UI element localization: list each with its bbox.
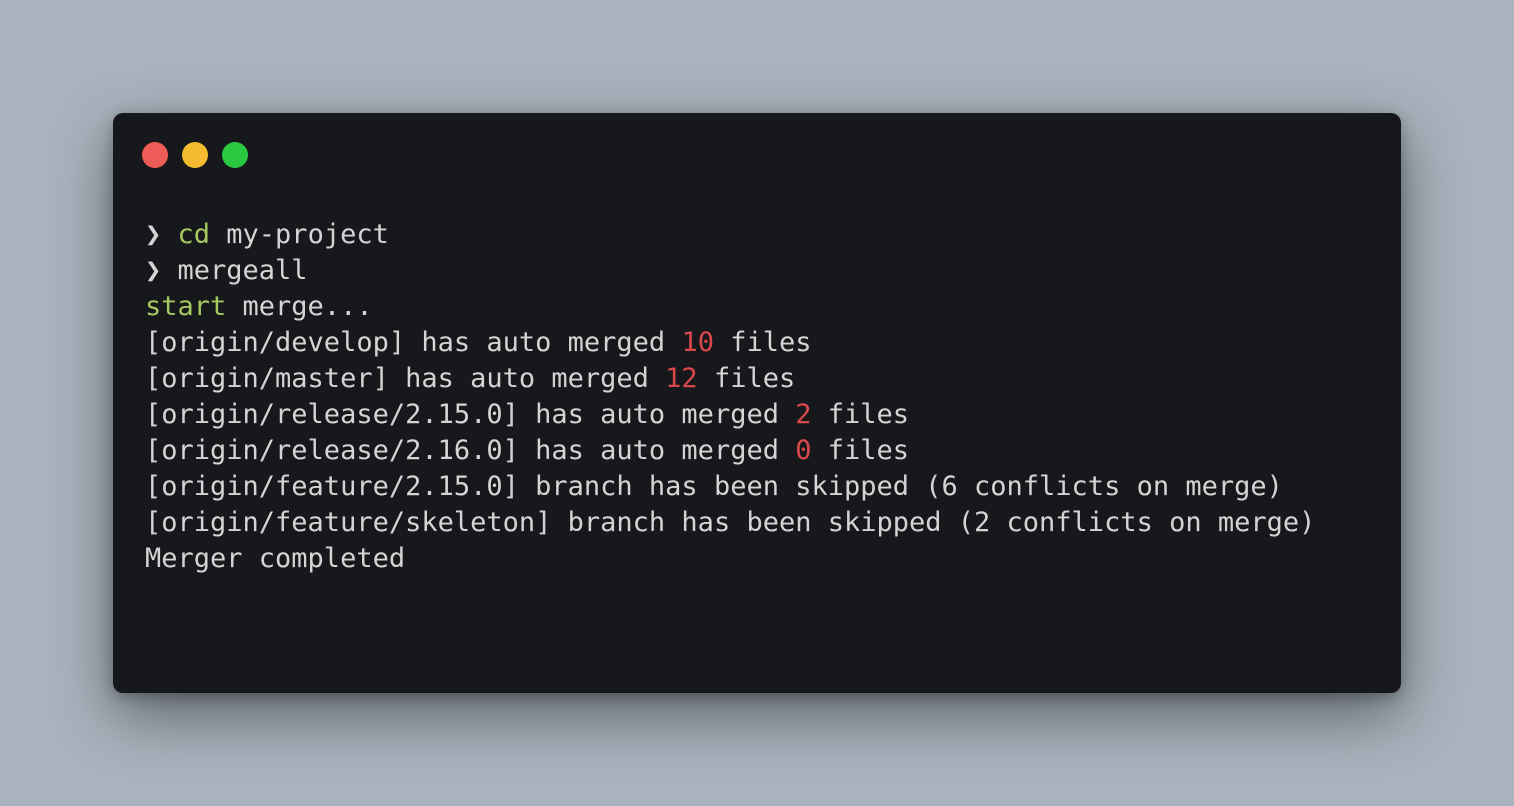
terminal-line: Merger completed xyxy=(145,541,1381,577)
output-text: files xyxy=(713,327,812,358)
output-text: files xyxy=(697,363,796,394)
minimize-button[interactable] xyxy=(182,142,208,168)
command-token: cd xyxy=(177,219,211,250)
terminal-line: [origin/master] has auto merged 12 files xyxy=(145,361,1381,397)
output-text: [origin/release/2.15.0] has auto merged xyxy=(145,399,796,430)
window-controls xyxy=(142,142,248,168)
output-text: [origin/master] has auto merged xyxy=(145,363,666,394)
output-text: [origin/develop] has auto merged xyxy=(145,327,682,358)
output-text: files xyxy=(811,399,910,430)
output-text: mergeall xyxy=(177,255,308,286)
terminal-line: [origin/release/2.16.0] has auto merged … xyxy=(145,433,1381,469)
terminal-line: start merge... xyxy=(145,289,1381,325)
count-token: 2 xyxy=(795,399,812,430)
terminal-line: ❯ cd my-project xyxy=(145,217,1381,253)
output-text: [origin/release/2.16.0] has auto merged xyxy=(145,435,796,466)
close-button[interactable] xyxy=(142,142,168,168)
output-text: [origin/feature/skeleton] branch has bee… xyxy=(145,507,1316,538)
output-text: merge... xyxy=(226,291,373,322)
count-token: 10 xyxy=(681,327,714,358)
terminal-line: [origin/develop] has auto merged 10 file… xyxy=(145,325,1381,361)
maximize-button[interactable] xyxy=(222,142,248,168)
terminal-line: [origin/release/2.15.0] has auto merged … xyxy=(145,397,1381,433)
count-token: 12 xyxy=(665,363,698,394)
output-text: ❯ xyxy=(145,219,178,250)
terminal-line: [origin/feature/2.15.0] branch has been … xyxy=(145,469,1381,505)
output-text: my-project xyxy=(210,219,389,250)
terminal-output[interactable]: ❯ cd my-project ❯ mergeall start merge...[… xyxy=(145,217,1381,577)
count-token: 0 xyxy=(795,435,812,466)
terminal-line: ❯ mergeall xyxy=(145,253,1381,289)
output-text: files xyxy=(811,435,910,466)
terminal-window: ❯ cd my-project ❯ mergeall start merge...[… xyxy=(113,113,1401,693)
command-token: start xyxy=(145,291,227,322)
output-text: Merger completed xyxy=(145,543,406,574)
terminal-line: [origin/feature/skeleton] branch has bee… xyxy=(145,505,1381,541)
output-text: ❯ xyxy=(145,255,178,286)
output-text: [origin/feature/2.15.0] branch has been … xyxy=(145,471,1283,502)
